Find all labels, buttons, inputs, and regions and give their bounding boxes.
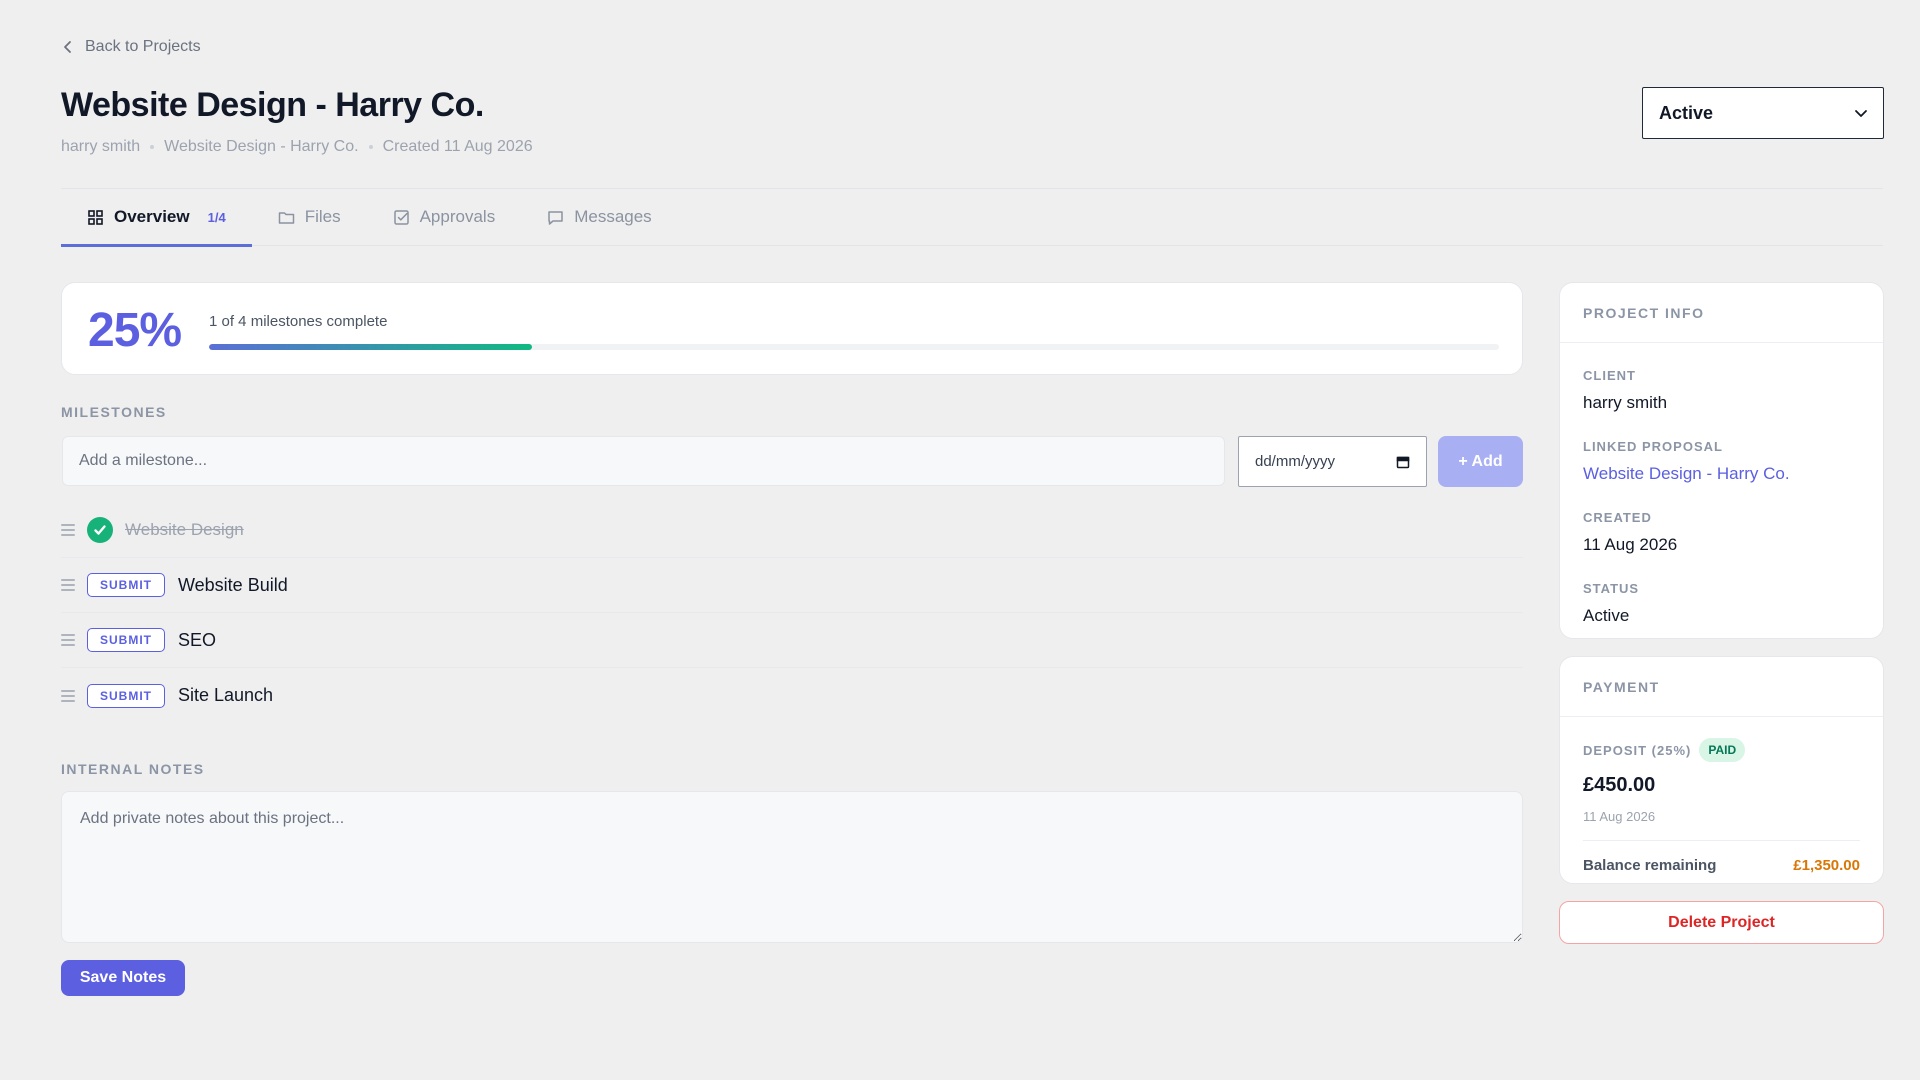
grid-icon xyxy=(88,209,103,225)
status-select[interactable]: Active xyxy=(1642,87,1884,139)
created-label: CREATED xyxy=(1583,510,1652,525)
milestones-heading: MILESTONES xyxy=(61,404,167,420)
milestone-input[interactable] xyxy=(62,436,1225,486)
back-link-label: Back to Projects xyxy=(85,38,201,55)
client-label: CLIENT xyxy=(1583,368,1636,383)
tab-approvals[interactable]: Approvals xyxy=(367,188,522,246)
tab-overview-label: Overview xyxy=(114,207,190,226)
deposit-amount: £450.00 xyxy=(1583,774,1656,796)
chevron-left-icon xyxy=(64,41,71,53)
page-title: Website Design - Harry Co. xyxy=(61,86,484,124)
tab-overview[interactable]: Overview 1/4 xyxy=(61,188,252,247)
save-notes-button[interactable]: Save Notes xyxy=(61,960,185,996)
deposit-label: DEPOSIT (25%) xyxy=(1583,742,1692,758)
payment-heading: PAYMENT xyxy=(1560,657,1883,717)
milestone-row: SUBMIT Website Build xyxy=(61,558,1523,613)
submit-milestone-button[interactable]: SUBMIT xyxy=(87,573,165,597)
tab-bar: Overview 1/4 Files Approvals Messages xyxy=(61,188,1883,247)
drag-handle-icon[interactable] xyxy=(61,523,75,537)
internal-notes-heading: INTERNAL NOTES xyxy=(61,761,205,777)
progress-bar xyxy=(209,344,1499,350)
milestone-name: Website Build xyxy=(178,574,288,595)
tab-messages-label: Messages xyxy=(574,207,652,226)
linked-proposal-label: LINKED PROPOSAL xyxy=(1583,439,1723,454)
linked-proposal-link[interactable]: Website Design - Harry Co. xyxy=(1583,464,1860,484)
calendar-icon xyxy=(1396,456,1410,468)
project-meta: harry smith Website Design - Harry Co. C… xyxy=(61,138,533,156)
project-info-card: PROJECT INFO CLIENT harry smith LINKED P… xyxy=(1559,282,1884,639)
message-icon xyxy=(548,210,563,225)
milestone-list: Website Design SUBMIT Website Build SUBM… xyxy=(61,503,1523,723)
folder-icon xyxy=(278,211,294,224)
status-value: Active xyxy=(1583,606,1630,625)
client-value: harry smith xyxy=(1583,393,1668,412)
milestone-row: SUBMIT Site Launch xyxy=(61,668,1523,723)
milestone-name: Site Launch xyxy=(178,685,274,705)
tab-messages[interactable]: Messages xyxy=(521,188,677,246)
tab-files-label: Files xyxy=(304,207,341,226)
balance-value: £1,350.00 xyxy=(1793,857,1860,874)
submit-milestone-button[interactable]: SUBMIT xyxy=(87,683,165,708)
project-info-heading: PROJECT INFO xyxy=(1560,283,1883,343)
status-label: STATUS xyxy=(1583,581,1640,596)
meta-separator xyxy=(150,145,155,149)
balance-label: Balance remaining xyxy=(1583,857,1717,874)
payment-card: PAYMENT DEPOSIT (25%) PAID £450.00 11 Au… xyxy=(1559,656,1884,884)
notes-textarea[interactable] xyxy=(61,791,1523,943)
date-placeholder: dd/mm/yyyy xyxy=(1255,453,1336,470)
created-value: 11 Aug 2026 xyxy=(1583,535,1678,554)
drag-handle-icon[interactable] xyxy=(61,689,75,703)
status-select-value: Active xyxy=(1659,102,1714,123)
meta-separator xyxy=(368,145,373,149)
meta-proposal: Website Design - Harry Co. xyxy=(164,138,359,155)
tab-files[interactable]: Files xyxy=(252,188,367,246)
milestone-name: SEO xyxy=(178,629,217,650)
milestone-row: Website Design xyxy=(61,503,1523,558)
milestone-date-input[interactable]: dd/mm/yyyy xyxy=(1238,436,1427,487)
tab-approvals-label: Approvals xyxy=(419,207,496,226)
complete-check-icon[interactable] xyxy=(87,517,113,543)
delete-project-button[interactable]: Delete Project xyxy=(1559,901,1884,944)
back-to-projects-link[interactable]: Back to Projects xyxy=(61,38,201,56)
drag-handle-icon[interactable] xyxy=(61,633,75,647)
progress-percent: 25% xyxy=(88,304,182,357)
add-milestone-button[interactable]: + Add xyxy=(1438,436,1523,487)
milestone-row: SUBMIT SEO xyxy=(61,613,1523,668)
milestone-name: Website Design xyxy=(125,520,244,539)
submit-milestone-button[interactable]: SUBMIT xyxy=(87,628,165,652)
tab-overview-count: 1/4 xyxy=(207,209,226,225)
meta-created: Created 11 Aug 2026 xyxy=(382,138,533,155)
balance-row: Balance remaining £1,350.00 xyxy=(1583,840,1860,874)
chevron-down-icon xyxy=(1855,110,1867,117)
progress-bar-fill xyxy=(209,344,532,350)
deposit-date: 11 Aug 2026 xyxy=(1583,809,1656,824)
paid-badge: PAID xyxy=(1699,738,1746,762)
drag-handle-icon[interactable] xyxy=(61,578,75,592)
checkbox-icon xyxy=(393,209,409,225)
progress-label: 1 of 4 milestones complete xyxy=(209,313,388,330)
meta-client: harry smith xyxy=(61,138,141,155)
progress-card: 25% 1 of 4 milestones complete xyxy=(61,282,1523,375)
